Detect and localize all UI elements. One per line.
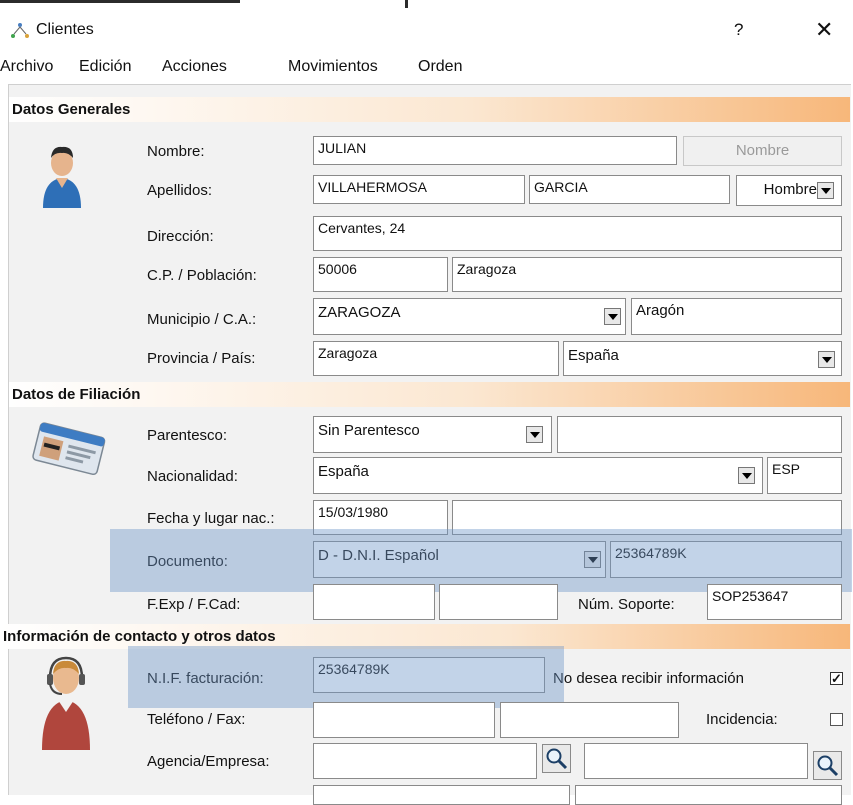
help-button[interactable]: ? [734, 20, 743, 40]
network-icon [11, 23, 29, 38]
apellido1-input[interactable]: VILLAHERMOSA [313, 175, 525, 204]
label-incidencia: Incidencia: [706, 711, 778, 728]
fax-input[interactable] [500, 702, 679, 738]
next-row-input[interactable] [313, 785, 570, 805]
label-municipio-ca: Municipio / C.A.: [147, 311, 257, 328]
agencia-search-button[interactable] [542, 744, 571, 773]
headset-agent-icon [42, 656, 90, 750]
menu-archivo[interactable]: Archivo [0, 58, 53, 76]
magnifier-icon [817, 755, 839, 777]
chevron-down-icon[interactable] [818, 351, 835, 368]
section-datos-generales: Datos Generales [9, 97, 850, 122]
fecha-expedicion-input[interactable] [313, 584, 435, 620]
direccion-input[interactable]: Cervantes, 24 [313, 216, 842, 251]
label-cp-poblacion: C.P. / Población: [147, 267, 257, 284]
pais-select[interactable]: España [563, 341, 842, 376]
documento-highlight [110, 529, 852, 592]
menu-movimientos[interactable]: Movimientos [288, 58, 378, 76]
label-direccion: Dirección: [147, 228, 214, 245]
label-agencia: Agencia/Empresa: [147, 753, 270, 770]
municipio-select[interactable]: ZARAGOZA [313, 298, 626, 335]
window-title: Clientes [36, 21, 94, 38]
label-fecha-lugar: Fecha y lugar nac.: [147, 510, 275, 527]
tab-strip-marker [405, 0, 408, 8]
telefono-input[interactable] [313, 702, 495, 738]
label-parentesco: Parentesco: [147, 427, 228, 444]
fecha-caducidad-input[interactable] [439, 584, 558, 620]
tab-strip-segment [0, 0, 240, 3]
label-telefono-fax: Teléfono / Fax: [147, 711, 246, 728]
section-datos-filiacion: Datos de Filiación [9, 382, 850, 407]
incidencia-checkbox[interactable] [830, 713, 843, 726]
next-row-input-2[interactable] [575, 785, 842, 805]
chevron-down-icon[interactable] [526, 426, 543, 443]
chevron-down-icon[interactable] [817, 182, 834, 199]
nacionalidad-code-input[interactable]: ESP [767, 457, 842, 494]
menu-orden[interactable]: Orden [418, 58, 462, 76]
nombre-button[interactable]: Nombre [683, 136, 842, 166]
agencia-input[interactable] [313, 743, 537, 779]
label-num-soporte: Núm. Soporte: [578, 596, 675, 613]
close-button[interactable]: ✕ [815, 17, 833, 43]
label-provincia-pais: Provincia / País: [147, 350, 256, 367]
apellido2-input[interactable]: GARCIA [529, 175, 730, 204]
label-fexp-fcad: F.Exp / F.Cad: [147, 596, 241, 613]
nif-highlight [128, 646, 564, 708]
parentesco-select[interactable]: Sin Parentesco [313, 416, 552, 453]
person-avatar-icon [43, 146, 81, 208]
magnifier-icon [546, 748, 568, 770]
no-info-checkbox[interactable]: ✓ [830, 672, 843, 685]
provincia-input[interactable]: Zaragoza [313, 341, 559, 376]
window-top-strip [0, 0, 853, 10]
menu-edicion[interactable]: Edición [79, 58, 131, 76]
menu-bar: Archivo Edición Acciones Movimientos Ord… [0, 52, 853, 84]
agencia2-input[interactable] [584, 743, 808, 779]
cp-input[interactable]: 50006 [313, 257, 448, 292]
poblacion-input[interactable]: Zaragoza [452, 257, 842, 292]
nacionalidad-select[interactable]: España [313, 457, 763, 494]
label-nombre: Nombre: [147, 143, 205, 160]
parentesco-extra-input[interactable] [557, 416, 842, 453]
agencia2-search-button[interactable] [813, 751, 842, 780]
id-card-icon [32, 422, 106, 476]
label-apellidos: Apellidos: [147, 182, 213, 199]
menu-acciones[interactable]: Acciones [162, 58, 227, 76]
nombre-input[interactable]: JULIAN [313, 136, 677, 165]
chevron-down-icon[interactable] [604, 308, 621, 325]
title-bar: Clientes ? ✕ [0, 14, 853, 48]
chevron-down-icon[interactable] [738, 467, 755, 484]
label-no-info: No desea recibir información [553, 670, 744, 687]
ca-input[interactable]: Aragón [631, 298, 842, 335]
label-nacionalidad: Nacionalidad: [147, 468, 238, 485]
num-soporte-input[interactable]: SOP253647 [707, 584, 842, 620]
